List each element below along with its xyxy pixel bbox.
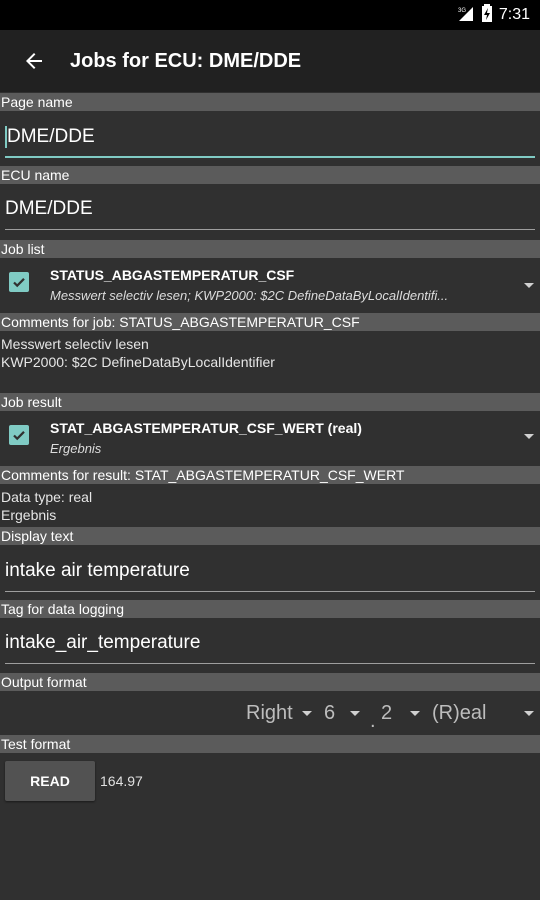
page-name-header: Page name [0,93,540,111]
job-comments-header: Comments for job: STATUS_ABGASTEMPERATUR… [0,313,540,331]
job-subtitle: Messwert selectiv lesen; KWP2000: $2C De… [50,288,449,303]
page-title: Jobs for ECU: DME/DDE [70,49,302,72]
result-subtitle: Ergebnis [50,441,102,456]
align-select[interactable]: Right [246,702,293,725]
job-comment-line: KWP2000: $2C DefineDataByLocalIdentifier [1,354,275,370]
width-select[interactable]: 6 [324,702,335,725]
display-text-value: intake air temperature [5,560,190,581]
job-result-spinner[interactable]: STAT_ABGASTEMPERATUR_CSF_WERT (real) Erg… [0,411,540,463]
job-list-spinner[interactable]: STATUS_ABGASTEMPERATUR_CSF Messwert sele… [0,258,540,310]
network-type-label: 3G [458,8,466,14]
dropdown-arrow-icon[interactable] [350,711,360,716]
dropdown-arrow-icon[interactable] [524,283,534,288]
result-checkbox[interactable] [9,425,29,445]
ecu-name-field[interactable]: DME/DDE [5,194,535,230]
display-text-field[interactable]: intake air temperature [5,556,535,592]
result-title: STAT_ABGASTEMPERATUR_CSF_WERT (real) [50,420,362,436]
check-icon [13,431,25,441]
job-list-header: Job list [0,240,540,258]
ecu-name-header: ECU name [0,166,540,184]
back-arrow-icon[interactable] [22,49,46,73]
job-comments-text: Messwert selectiv lesen KWP2000: $2C Def… [1,335,275,371]
dropdown-arrow-icon[interactable] [302,711,312,716]
battery-icon [481,3,493,27]
job-result-header: Job result [0,393,540,411]
dropdown-arrow-icon[interactable] [524,711,534,716]
digits-select[interactable]: 2 [381,702,392,725]
result-comment-line: Ergebnis [1,507,57,523]
dropdown-arrow-icon[interactable] [524,434,534,439]
result-comments-header: Comments for result: STAT_ABGASTEMPERATU… [0,466,540,484]
ecu-name-value: DME/DDE [5,198,93,219]
log-tag-value: intake_air_temperature [5,632,201,653]
dropdown-arrow-icon[interactable] [410,711,420,716]
app-bar: Jobs for ECU: DME/DDE [0,30,540,92]
log-tag-header: Tag for data logging [0,600,540,618]
signal-3g-icon: 3G [457,5,475,26]
result-comment-line: Data type: real [1,489,93,505]
display-text-header: Display text [0,527,540,545]
output-format-header: Output format [0,673,540,691]
type-select[interactable]: (R)eal [432,702,486,725]
read-button[interactable]: READ [5,761,95,801]
decimal-separator: . [370,710,376,732]
result-comments-text: Data type: real Ergebnis [1,488,92,524]
page-name-field[interactable]: DME/DDE [5,122,535,158]
job-comment-line: Messwert selectiv lesen [1,336,149,352]
page-name-value: DME/DDE [7,126,95,147]
clock: 7:31 [498,6,530,23]
check-icon [13,278,25,288]
test-result-value: 164.97 [100,773,143,789]
test-format-header: Test format [0,735,540,753]
status-bar: 3G 7:31 [0,0,540,30]
log-tag-field[interactable]: intake_air_temperature [5,628,535,664]
job-title: STATUS_ABGASTEMPERATUR_CSF [50,267,295,283]
job-checkbox[interactable] [9,272,29,292]
